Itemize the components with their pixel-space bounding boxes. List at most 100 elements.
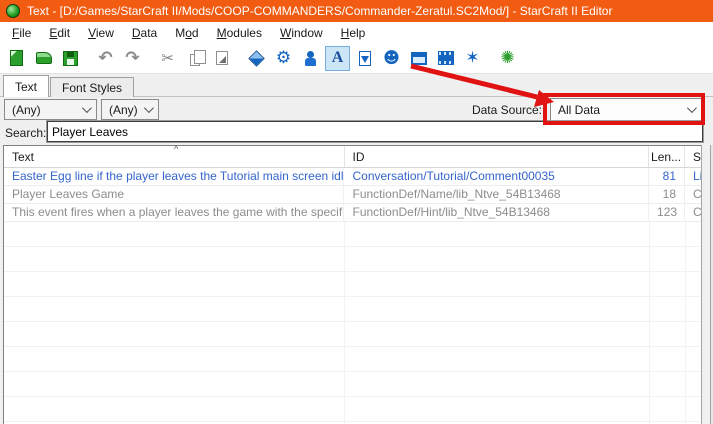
menu-item-help[interactable]: Help bbox=[332, 24, 375, 42]
chevron-down-icon bbox=[81, 103, 92, 114]
open-document-button[interactable] bbox=[31, 46, 56, 71]
import-module-icon bbox=[358, 50, 371, 66]
paste-button[interactable] bbox=[209, 46, 234, 71]
empty-cell bbox=[650, 247, 686, 272]
empty-cell bbox=[686, 372, 702, 397]
empty-cell bbox=[686, 272, 702, 297]
category-filter-dropdown[interactable]: (Any) bbox=[4, 99, 97, 120]
table-row[interactable]: Player Leaves Game FunctionDef/Name/lib_N… bbox=[4, 186, 702, 204]
cut-button[interactable]: ✂ bbox=[155, 46, 180, 71]
undo-button[interactable]: ↶ bbox=[93, 46, 118, 71]
empty-cell bbox=[4, 322, 345, 347]
cell-len: 18 bbox=[649, 186, 685, 203]
empty-cell bbox=[4, 247, 345, 272]
menu-item-mod[interactable]: Mod bbox=[166, 24, 207, 42]
menu-item-edit[interactable]: Edit bbox=[40, 24, 79, 42]
cell-text: This event fires when a player leaves th… bbox=[4, 204, 345, 221]
paste-icon bbox=[215, 51, 228, 65]
cell-source: Co bbox=[685, 204, 702, 221]
ai-module-button[interactable]: ☻ bbox=[379, 46, 404, 71]
empty-cell bbox=[686, 322, 702, 347]
column-header-source[interactable]: S bbox=[685, 146, 702, 167]
terrain-module-button[interactable] bbox=[244, 46, 269, 71]
copy-button[interactable] bbox=[182, 46, 207, 71]
empty-cell bbox=[345, 272, 650, 297]
chevron-down-icon bbox=[143, 103, 154, 114]
empty-cell bbox=[4, 372, 345, 397]
tab-font-styles[interactable]: Font Styles bbox=[50, 77, 135, 97]
table-row[interactable]: This event fires when a player leaves th… bbox=[4, 204, 702, 222]
tab-bar: Text Font Styles bbox=[3, 75, 713, 97]
empty-cell bbox=[650, 372, 686, 397]
window-title: Text - [D:/Games/StarCraft II/Mods/COOP-… bbox=[27, 4, 613, 18]
data-source-value: All Data bbox=[558, 102, 601, 117]
empty-row bbox=[4, 247, 702, 272]
menu-item-window[interactable]: Window bbox=[271, 24, 332, 42]
triggers-module-button[interactable]: ⚙ bbox=[271, 46, 296, 71]
menu-item-data[interactable]: Data bbox=[123, 24, 166, 42]
text-module-button[interactable]: A bbox=[325, 45, 350, 71]
empty-cell bbox=[686, 222, 702, 247]
vertical-scrollbar[interactable] bbox=[701, 145, 711, 424]
empty-cell bbox=[4, 347, 345, 372]
data-source-dropdown[interactable]: All Data bbox=[550, 98, 702, 121]
chevron-down-icon bbox=[686, 103, 697, 114]
text-table: ^ Text ID Len... S Easter Egg line if th… bbox=[3, 145, 702, 424]
empty-cell bbox=[686, 297, 702, 322]
column-header-id[interactable]: ID bbox=[345, 146, 650, 167]
table-row[interactable]: Easter Egg line if the player leaves the… bbox=[4, 168, 702, 186]
triggers-module-icon: ⚙ bbox=[275, 47, 292, 68]
cell-len: 81 bbox=[649, 168, 685, 185]
test-document-button[interactable]: ✶ bbox=[460, 46, 485, 71]
empty-cell bbox=[345, 397, 650, 422]
redo-button[interactable]: ↷ bbox=[120, 46, 145, 71]
data-module-icon bbox=[303, 50, 318, 66]
tab-text[interactable]: Text bbox=[3, 75, 50, 97]
cut-icon: ✂ bbox=[161, 48, 174, 67]
title-bar: Text - [D:/Games/StarCraft II/Mods/COOP-… bbox=[0, 0, 713, 22]
empty-cell bbox=[4, 272, 345, 297]
sort-ascending-indicator[interactable]: ^ bbox=[174, 146, 178, 154]
cell-source: Lib bbox=[685, 168, 702, 185]
category-filter-value: (Any) bbox=[12, 102, 41, 117]
empty-row bbox=[4, 372, 702, 397]
data-module-button[interactable] bbox=[298, 46, 323, 71]
empty-cell bbox=[650, 322, 686, 347]
empty-cell bbox=[650, 347, 686, 372]
run-game-button[interactable]: ✺ bbox=[495, 46, 520, 71]
empty-cell bbox=[650, 397, 686, 422]
data-source-label: Data Source: bbox=[471, 103, 542, 117]
column-header-length[interactable]: Len... bbox=[649, 146, 685, 167]
empty-row bbox=[4, 347, 702, 372]
menu-item-view[interactable]: View bbox=[79, 24, 123, 42]
search-input[interactable] bbox=[47, 121, 703, 142]
cutscene-module-button[interactable] bbox=[433, 46, 458, 71]
undo-icon: ↶ bbox=[98, 47, 113, 68]
empty-row bbox=[4, 272, 702, 297]
empty-cell bbox=[345, 297, 650, 322]
cell-text: Player Leaves Game bbox=[4, 186, 345, 203]
table-body: Easter Egg line if the player leaves the… bbox=[4, 168, 702, 424]
subcategory-filter-dropdown[interactable]: (Any) bbox=[101, 99, 159, 120]
empty-cell bbox=[686, 347, 702, 372]
cell-source: Co bbox=[685, 186, 702, 203]
menu-item-file[interactable]: File bbox=[3, 24, 40, 42]
empty-cell bbox=[4, 297, 345, 322]
empty-cell bbox=[345, 247, 650, 272]
save-document-icon bbox=[63, 50, 78, 66]
cell-len: 123 bbox=[649, 204, 685, 221]
terrain-module-icon bbox=[248, 49, 265, 67]
search-label: Search: bbox=[5, 126, 47, 140]
empty-cell bbox=[650, 272, 686, 297]
import-module-button[interactable] bbox=[352, 46, 377, 71]
new-document-button[interactable] bbox=[4, 46, 29, 71]
open-document-icon bbox=[35, 52, 52, 64]
ui-module-button[interactable] bbox=[406, 46, 431, 71]
empty-cell bbox=[686, 247, 702, 272]
empty-cell bbox=[345, 322, 650, 347]
app-icon bbox=[6, 4, 20, 18]
save-document-button[interactable] bbox=[58, 46, 83, 71]
empty-cell bbox=[4, 222, 345, 247]
menu-item-modules[interactable]: Modules bbox=[208, 24, 271, 42]
empty-row bbox=[4, 222, 702, 247]
